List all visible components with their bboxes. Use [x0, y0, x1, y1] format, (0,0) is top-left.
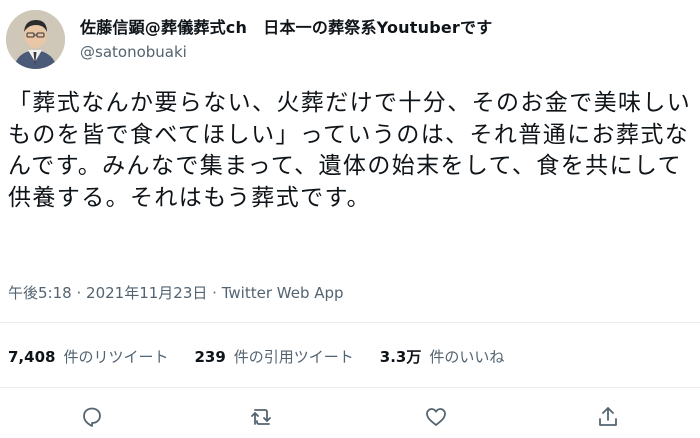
quote-stat[interactable]: 239 件の引用ツイート [194, 346, 353, 367]
quote-count: 239 [194, 348, 226, 366]
username[interactable]: @satonobuaki [80, 43, 187, 61]
retweet-count: 7,408 [8, 348, 56, 366]
reply-button[interactable] [77, 402, 107, 432]
action-bar [0, 396, 700, 438]
tweet-text: 「葬式なんか要らない、火葬だけで十分、そのお金で美味しいものを皆で食べてほしい」… [8, 90, 692, 211]
share-icon [599, 407, 617, 426]
retweet-label: 件のリツイート [63, 348, 169, 366]
tweet-source[interactable]: Twitter Web App [222, 284, 344, 302]
divider [0, 322, 700, 323]
like-button[interactable] [421, 402, 451, 432]
tweet-date[interactable]: 2021年11月23日 [86, 284, 207, 302]
share-button[interactable] [593, 402, 623, 432]
like-count: 3.3万 [379, 348, 422, 366]
avatar-photo [6, 10, 65, 69]
retweet-icon [251, 409, 271, 425]
like-label: 件のいいね [429, 348, 505, 366]
retweet-button[interactable] [247, 402, 277, 432]
divider [0, 387, 700, 388]
tweet-time[interactable]: 午後5:18 [8, 284, 72, 302]
tweet-header: 佐藤信顕@葬儀葬式ch 日本一の葬祭系Youtuberです @satonobua… [0, 0, 700, 78]
display-name[interactable]: 佐藤信顕@葬儀葬式ch 日本一の葬祭系Youtuberです [80, 14, 492, 38]
retweet-stat[interactable]: 7,408 件のリツイート [8, 346, 168, 367]
engagement-stats: 7,408 件のリツイート 239 件の引用ツイート 3.3万 件のいいね [8, 346, 504, 367]
meta-separator: · [76, 284, 82, 302]
heart-icon [426, 408, 446, 426]
like-stat[interactable]: 3.3万 件のいいね [380, 346, 505, 367]
avatar[interactable] [6, 10, 65, 69]
quote-label: 件の引用ツイート [233, 348, 354, 366]
meta-separator: · [212, 284, 217, 302]
tweet-meta: 午後5:18 · 2021年11月23日 · Twitter Web App [8, 282, 344, 303]
reply-icon [83, 407, 101, 427]
